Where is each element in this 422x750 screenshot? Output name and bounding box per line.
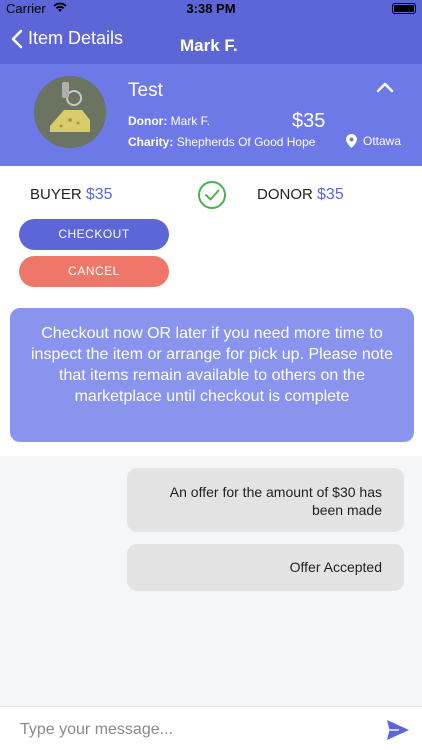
donor-label: Donor: <box>128 114 168 128</box>
status-bar: Carrier 3:38 PM <box>0 0 422 18</box>
location: Ottawa <box>346 134 401 148</box>
send-icon[interactable] <box>386 719 410 741</box>
item-price: $35 <box>292 110 326 132</box>
donor-name: Mark F. <box>170 114 211 128</box>
message-composer <box>0 706 422 750</box>
offer-section: BUYER $35 DONOR $35 CHECKOUT CANCEL Chec… <box>0 166 422 456</box>
message-input[interactable] <box>20 719 360 741</box>
location-name: Ottawa <box>363 134 402 148</box>
page-title: Mark F. <box>180 36 238 55</box>
charity-label: Charity: <box>128 135 174 149</box>
charity-name: Shepherds Of Good Hope <box>176 135 316 149</box>
clock: 3:38 PM <box>186 1 236 16</box>
item-summary-card: Test Donor: Mark F. $35 Charity: Shepher… <box>0 64 422 166</box>
buyer-amount: $35 <box>85 186 113 203</box>
back-button[interactable]: Item Details <box>10 28 123 49</box>
battery-icon <box>392 3 416 14</box>
buyer-label: BUYER <box>30 186 82 203</box>
item-title: Test <box>128 80 163 101</box>
check-circle-icon <box>198 181 226 209</box>
item-image <box>34 76 106 148</box>
chevron-up-icon[interactable] <box>376 80 394 94</box>
charity-info: Charity: Shepherds Of Good Hope <box>128 135 315 149</box>
donor-amount: $35 <box>317 186 344 203</box>
checkout-notice: Checkout now OR later if you need more t… <box>10 308 414 442</box>
checkout-button[interactable]: CHECKOUT <box>19 219 169 250</box>
message-bubble: An offer for the amount of $30 has been … <box>127 468 404 532</box>
nav-bar: Item Details Mark F. <box>0 18 422 64</box>
donor-offer: DONOR $35 <box>257 186 344 204</box>
buyer-offer: BUYER $35 <box>30 186 113 204</box>
message-thread[interactable]: An offer for the amount of $30 has been … <box>0 456 422 706</box>
donor-offer-label: DONOR <box>257 186 313 203</box>
message-bubble: Offer Accepted <box>127 544 404 591</box>
donor-info: Donor: Mark F. <box>128 114 210 128</box>
cancel-button[interactable]: CANCEL <box>19 256 169 287</box>
chevron-left-icon <box>11 29 23 48</box>
location-pin-icon <box>346 134 357 148</box>
back-label: Item Details <box>28 28 124 48</box>
